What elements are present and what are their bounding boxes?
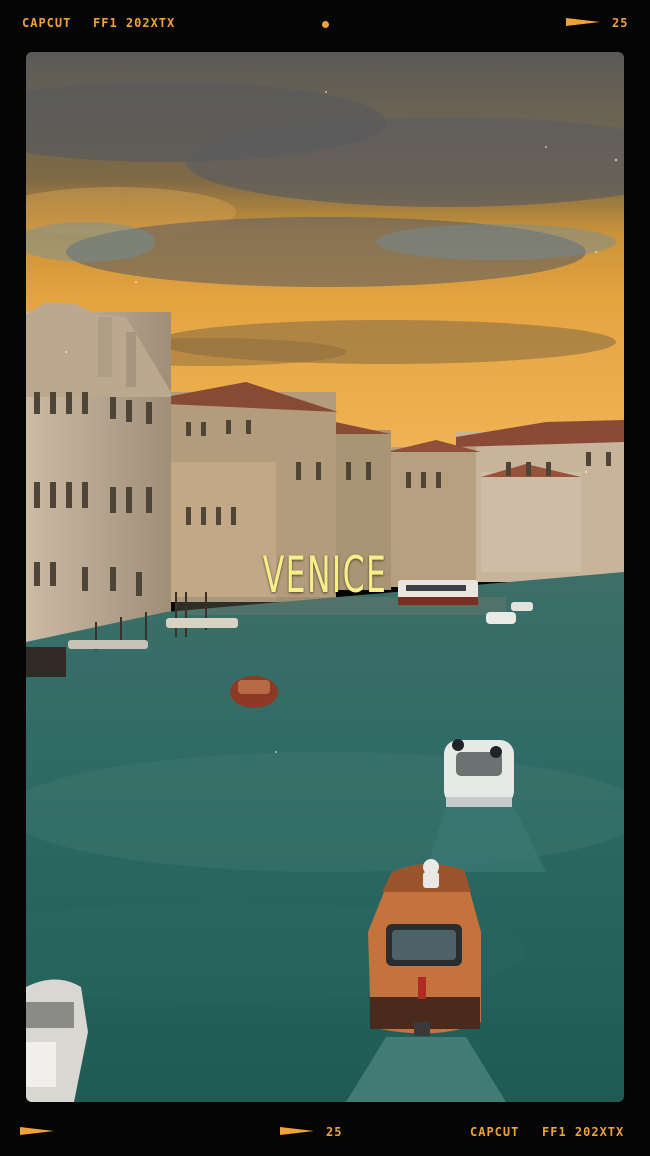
top-code-label: FF1 202XTX [93, 16, 176, 30]
top-frame-number: 25 [612, 16, 629, 30]
center-dot-icon [322, 21, 329, 28]
bottom-code-label: FF1 202XTX [542, 1125, 625, 1139]
bottom-brand-label: CAPCUT [470, 1125, 520, 1139]
bottom-left-arrow-icon [20, 1127, 54, 1135]
bottom-frame-number: 25 [326, 1125, 343, 1139]
top-arrow-icon [566, 18, 600, 26]
top-brand-label: CAPCUT [22, 16, 72, 30]
bottom-center-arrow-icon [280, 1127, 314, 1135]
venice-caption: VENICE [262, 546, 388, 604]
